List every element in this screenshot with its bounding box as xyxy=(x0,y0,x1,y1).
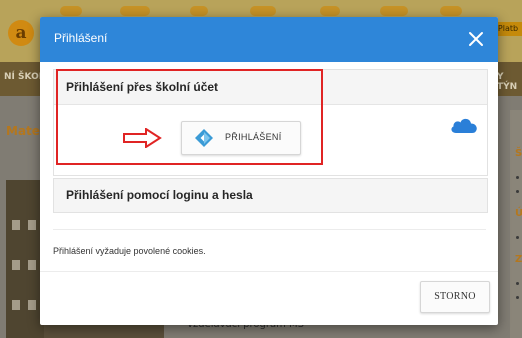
close-icon xyxy=(469,32,483,46)
school-login-label: PŘIHLÁŠENÍ xyxy=(225,132,282,142)
platba-link[interactable]: Platb xyxy=(494,22,522,36)
right-bullet xyxy=(516,282,519,285)
diamond-logo-icon xyxy=(195,129,213,147)
dialog-title: Přihlášení xyxy=(54,31,108,45)
right-heading: Š xyxy=(515,148,522,159)
close-button[interactable] xyxy=(464,27,488,51)
login-dialog: Přihlášení Přihlášení přes školní účet P… xyxy=(40,17,498,325)
header-decoration xyxy=(190,6,208,16)
cloud-icon xyxy=(451,118,477,133)
divider xyxy=(53,229,486,230)
right-heading: Ú xyxy=(515,208,522,219)
photo-window xyxy=(12,300,20,310)
header-decoration xyxy=(120,6,150,16)
right-column xyxy=(510,110,522,338)
right-arrow-icon xyxy=(123,128,162,148)
login-password-heading: Přihlášení pomocí loginu a hesla xyxy=(66,188,253,202)
login-password-panel[interactable]: Přihlášení pomocí loginu a hesla xyxy=(53,178,488,213)
photo-window xyxy=(28,260,36,270)
photo-window xyxy=(28,220,36,230)
header-decoration xyxy=(380,6,408,16)
header-decoration xyxy=(440,6,462,16)
header-decoration xyxy=(320,6,340,16)
right-bullet xyxy=(516,296,519,299)
header-decoration xyxy=(250,6,276,16)
right-bullet xyxy=(516,190,519,193)
site-logo[interactable]: a xyxy=(8,20,34,46)
side-heading: Mate xyxy=(6,124,40,138)
right-heading: Z xyxy=(515,254,522,265)
header-decoration xyxy=(60,6,82,16)
school-photo xyxy=(6,180,44,338)
school-login-button[interactable]: PŘIHLÁŠENÍ xyxy=(181,121,301,155)
cancel-label: STORNO xyxy=(434,291,476,302)
photo-window xyxy=(12,220,20,230)
nav-item-school[interactable]: NÍ ŠKOL xyxy=(4,72,44,82)
cookie-note: Přihlášení vyžaduje povolené cookies. xyxy=(53,246,206,256)
nav-item-right[interactable]: Y TÝN xyxy=(497,72,522,92)
right-bullet xyxy=(516,236,519,239)
photo-window xyxy=(12,260,20,270)
cancel-button[interactable]: STORNO xyxy=(420,281,490,313)
photo-window xyxy=(28,300,36,310)
dialog-header: Přihlášení xyxy=(40,17,498,62)
footer-divider xyxy=(40,271,498,272)
right-bullet xyxy=(516,176,519,179)
